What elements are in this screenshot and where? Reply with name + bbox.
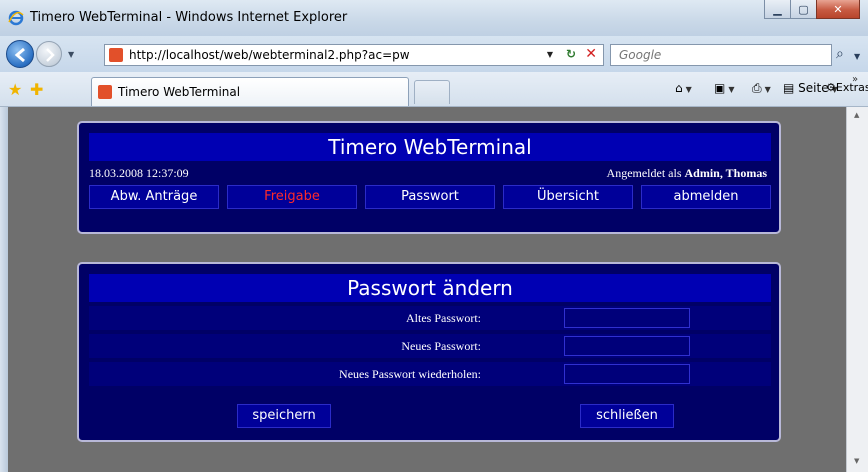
forward-button[interactable] (36, 41, 62, 67)
tab-timero-webterminal[interactable]: Timero WebTerminal (91, 77, 409, 106)
feeds-dropdown-icon: ▼ (728, 85, 735, 94)
minimize-button[interactable]: ▁ (764, 0, 791, 19)
print-button[interactable]: ⎙ ▼ (752, 81, 771, 96)
vertical-scrollbar[interactable]: ▲ ▼ (846, 107, 868, 472)
print-dropdown-icon: ▼ (764, 85, 771, 94)
search-input[interactable] (617, 47, 801, 63)
printer-icon: ⎙ (752, 81, 762, 95)
app-title: Timero WebTerminal (89, 133, 771, 161)
close-icon: ✕ (833, 2, 843, 16)
feeds-button[interactable]: ▣ ▼ (714, 81, 735, 95)
repeat-password-label: Neues Passwort wiederholen: (339, 367, 481, 381)
home-button[interactable]: ⌂ ▼ (675, 81, 692, 95)
maximize-icon: ▢ (798, 2, 809, 16)
menu-item-abw-antraege[interactable]: Abw. Anträge (89, 185, 219, 209)
menu-item-passwort[interactable]: Passwort (365, 185, 495, 209)
window-frame-left (0, 107, 8, 472)
new-tab-button[interactable] (414, 80, 450, 104)
scroll-down-icon[interactable]: ▼ (854, 457, 859, 465)
old-password-row: Altes Passwort: (89, 306, 771, 330)
tools-menu-button[interactable]: ⚙Extras (826, 81, 868, 94)
new-password-row: Neues Passwort: (89, 334, 771, 358)
more-commands-icon[interactable]: » (852, 74, 858, 85)
current-datetime: 18.03.2008 12:37:09 (89, 166, 189, 180)
page-menu-label: Seite (798, 81, 829, 95)
menu-item-abmelden[interactable]: abmelden (641, 185, 771, 209)
repeat-password-field[interactable] (564, 364, 690, 384)
home-icon: ⌂ (675, 81, 683, 95)
menu-item-uebersicht[interactable]: Übersicht (503, 185, 633, 209)
feed-icon: ▣ (714, 81, 726, 95)
minimize-icon: ▁ (773, 2, 782, 16)
site-favicon-icon (109, 48, 123, 62)
logged-in-info: Angemeldet als Admin, Thomas (607, 166, 767, 181)
back-arrow-icon (14, 47, 25, 63)
password-change-panel: Passwort ändern Altes Passwort: Neues Pa… (77, 262, 781, 442)
window-title: Timero WebTerminal - Windows Internet Ex… (30, 10, 348, 25)
recent-pages-dropdown-icon[interactable]: ▼ (68, 50, 74, 59)
close-button[interactable]: schließen (580, 404, 674, 428)
add-favorite-icon[interactable]: ✚ (30, 80, 43, 99)
scroll-up-icon[interactable]: ▲ (854, 111, 859, 119)
navigation-bar: ▼ http://localhost/web/webterminal2.php?… (0, 36, 868, 72)
menu-item-freigabe[interactable]: Freigabe (227, 185, 357, 209)
repeat-password-row: Neues Passwort wiederholen: (89, 362, 771, 386)
new-password-label: Neues Passwort: (401, 339, 481, 353)
title-bar: Timero WebTerminal - Windows Internet Ex… (0, 0, 868, 37)
internet-explorer-icon (8, 10, 24, 26)
refresh-icon[interactable]: ↻ (566, 47, 576, 61)
address-bar[interactable]: http://localhost/web/webterminal2.php?ac… (104, 44, 604, 66)
tab-command-bar: ★ ✚ Timero WebTerminal ⌂ ▼ ▣ ▼ ⎙ ▼ ▤ Seite ▼… (0, 72, 868, 107)
address-dropdown-icon[interactable]: ▼ (547, 50, 553, 59)
save-button[interactable]: speichern (237, 404, 331, 428)
logged-in-prefix: Angemeldet als (606, 166, 685, 180)
maximize-button[interactable]: ▢ (790, 0, 817, 19)
stop-icon[interactable]: ✕ (585, 46, 597, 62)
logged-in-user: Admin, Thomas (684, 166, 767, 180)
search-options-dropdown-icon[interactable]: ▼ (854, 52, 860, 61)
back-button[interactable] (6, 40, 34, 68)
password-form-title: Passwort ändern (89, 274, 771, 302)
gear-icon: ⚙ (826, 81, 836, 94)
browser-window: Timero WebTerminal - Windows Internet Ex… (0, 0, 868, 472)
tab-favicon-icon (98, 85, 112, 99)
search-icon[interactable]: ⌕ (836, 46, 844, 62)
search-box[interactable] (610, 44, 832, 66)
header-panel: Timero WebTerminal 18.03.2008 12:37:09 A… (77, 121, 781, 234)
address-url[interactable]: http://localhost/web/webterminal2.php?ac… (129, 48, 410, 62)
new-password-field[interactable] (564, 336, 690, 356)
favorites-star-icon[interactable]: ★ (8, 80, 22, 99)
main-menu: Abw. Anträge Freigabe Passwort Übersicht… (89, 185, 771, 209)
old-password-label: Altes Passwort: (406, 311, 481, 325)
forward-arrow-icon (46, 48, 55, 62)
close-window-button[interactable]: ✕ (816, 0, 860, 19)
window-controls: ▁ ▢ ✕ (764, 0, 860, 20)
tab-title: Timero WebTerminal (118, 85, 241, 99)
home-dropdown-icon: ▼ (685, 85, 692, 94)
old-password-field[interactable] (564, 308, 690, 328)
page-icon: ▤ (783, 81, 795, 95)
